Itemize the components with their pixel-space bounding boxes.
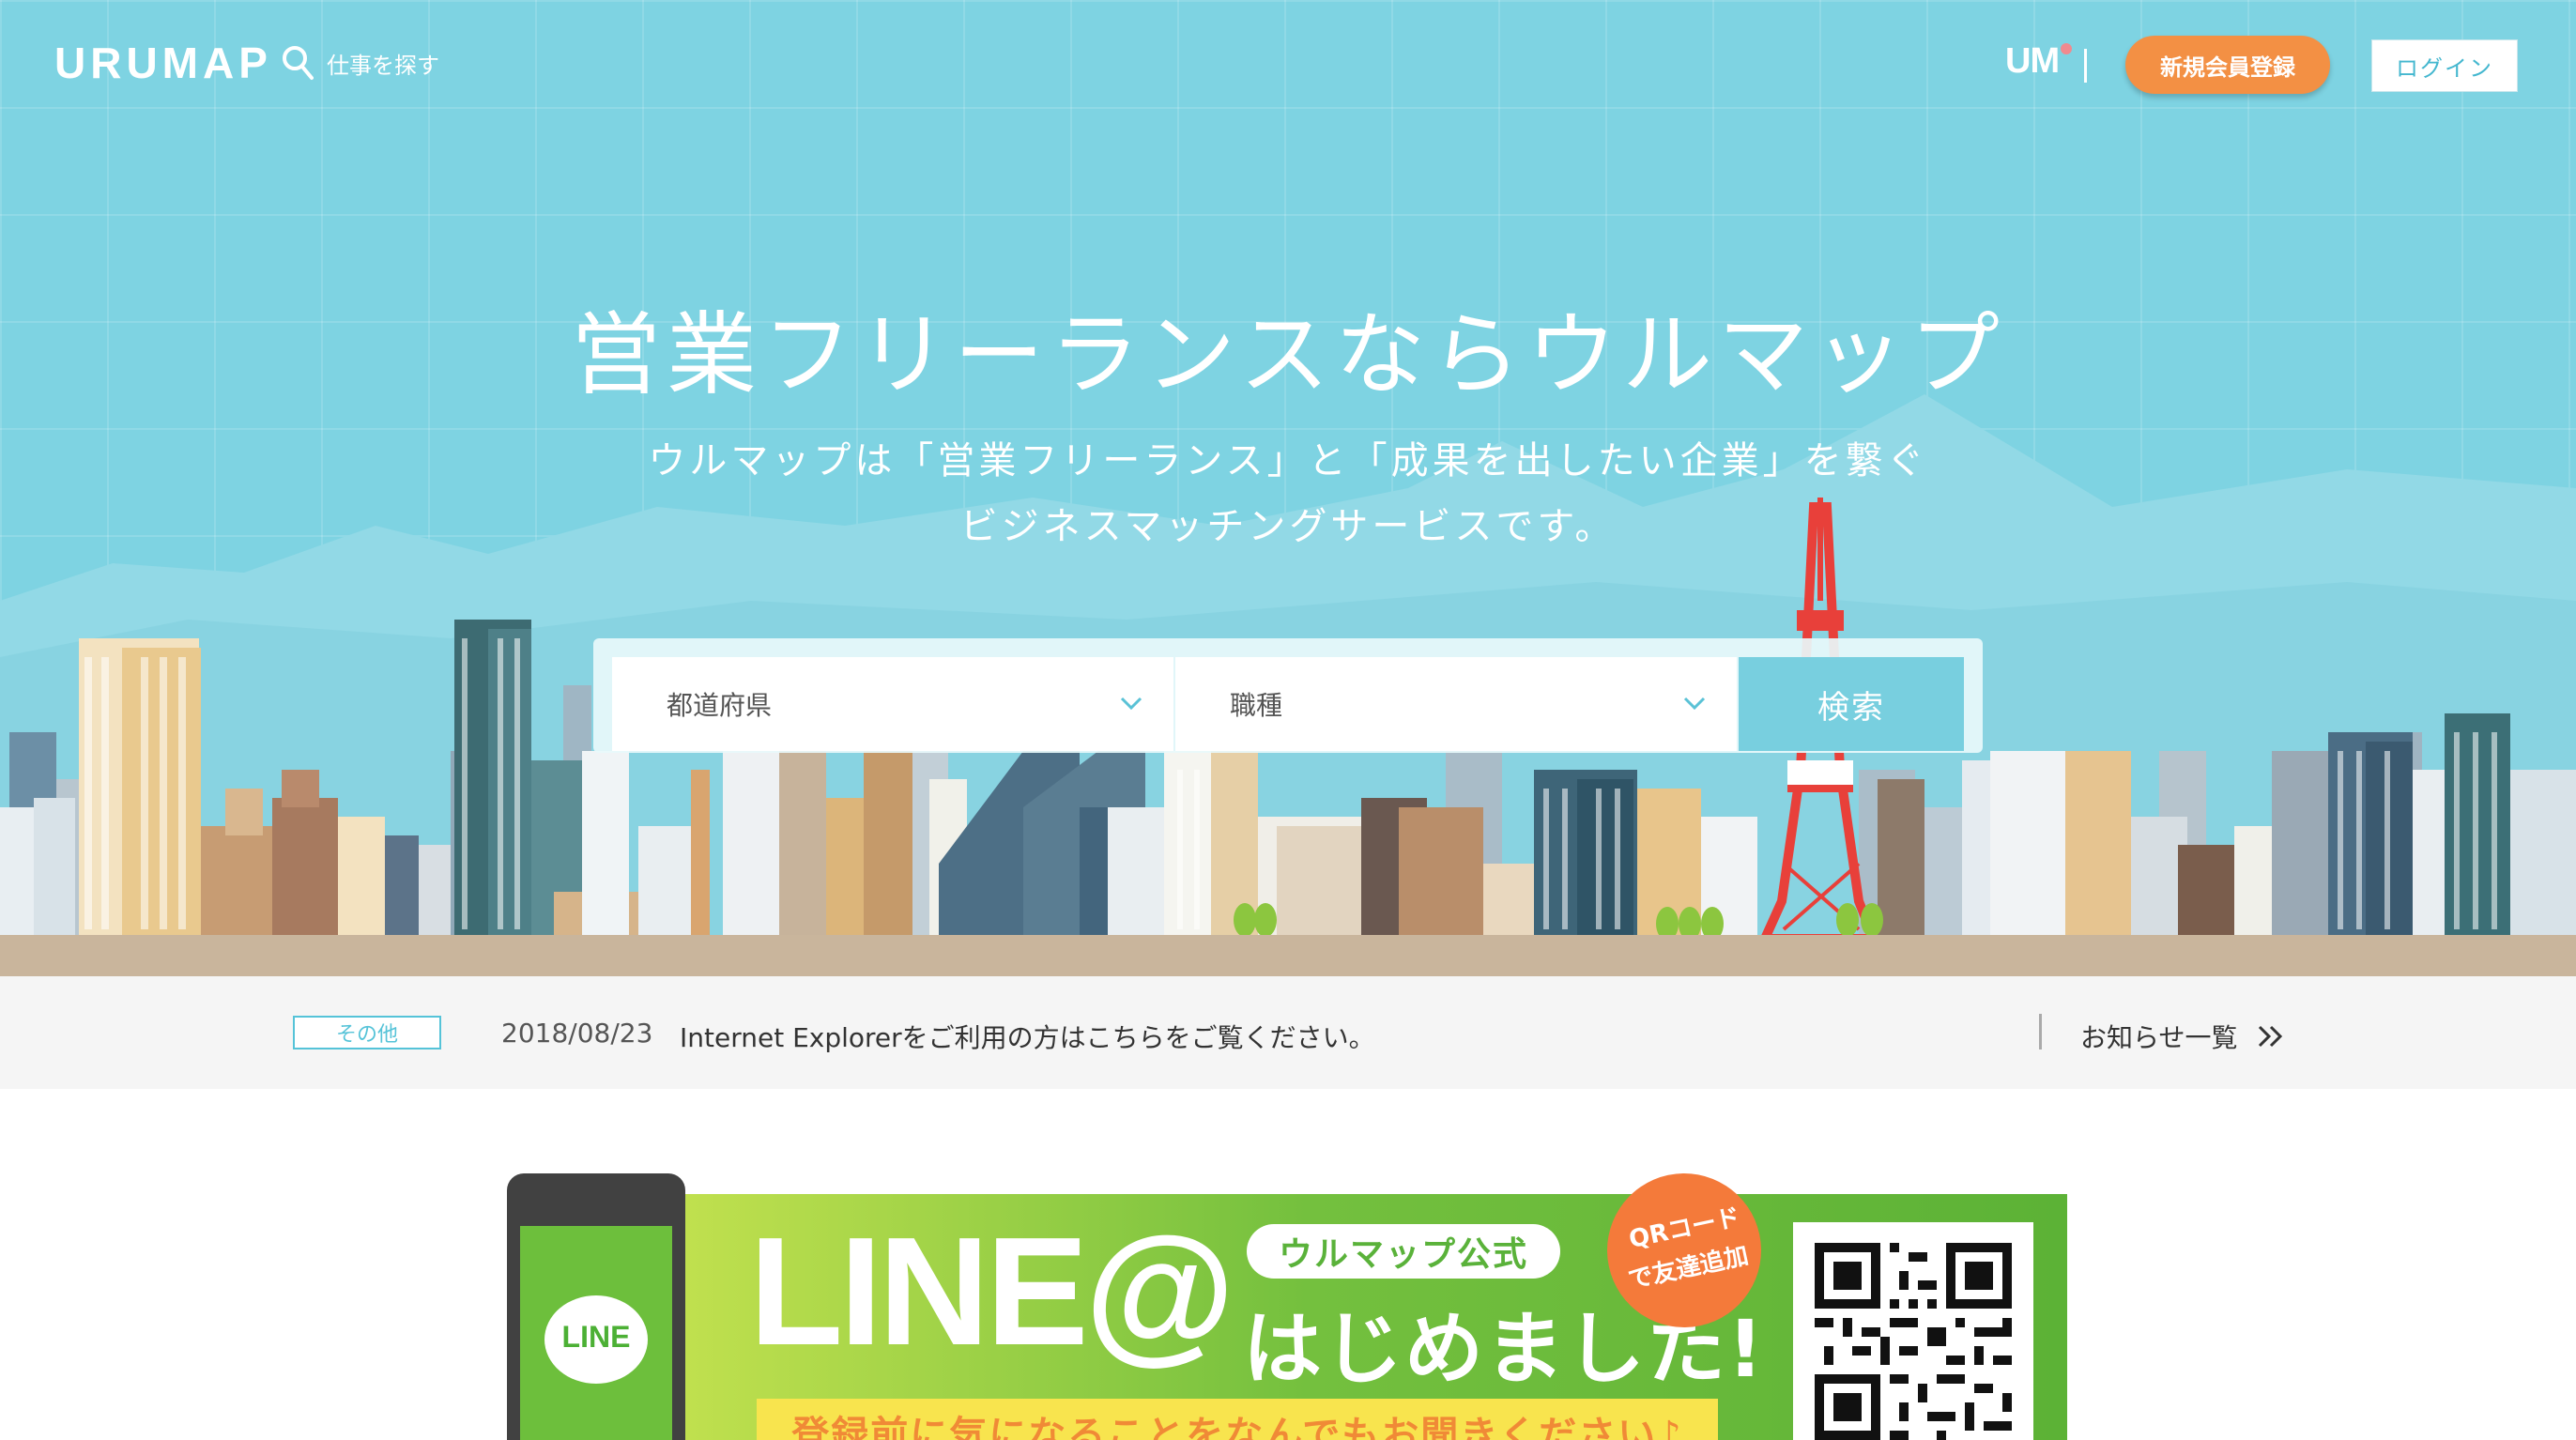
job-type-select[interactable]: 職種: [1175, 657, 1737, 751]
banner-pill: ウルマップ公式: [1247, 1224, 1560, 1279]
prefecture-select-label: 都道府県: [667, 690, 773, 721]
news-divider: [2039, 1014, 2042, 1049]
um-brand-mark[interactable]: UM: [2005, 41, 2060, 82]
banner-bottom-text: 登録前に気になることをなんでもお聞きください♪: [757, 1399, 1718, 1440]
find-jobs-link[interactable]: 仕事を探す: [282, 45, 439, 81]
news-date: 2018/08/23: [501, 1018, 653, 1049]
hero-title: 営業フリーランスならウルマップ: [570, 302, 2006, 407]
urumap-logo[interactable]: URUMAP: [54, 38, 272, 88]
phone-line-label: LINE: [561, 1320, 631, 1354]
news-all-label: お知らせ一覧: [2080, 1022, 2238, 1053]
banner-headline: LINE@: [749, 1205, 1234, 1377]
chevron-down-icon: [1120, 697, 1142, 711]
job-type-select-label: 職種: [1230, 690, 1283, 721]
hero-subtitle-line1: ウルマップは「営業フリーランス」と「成果を出したい企業」を繋ぐ: [648, 439, 1928, 483]
find-jobs-label: 仕事を探す: [327, 52, 439, 79]
prefecture-select[interactable]: 都道府県: [612, 657, 1173, 751]
news-bar: その他 2018/08/23 Internet Explorerをご利用の方はこ…: [0, 976, 2576, 1089]
chevron-down-icon: [1683, 697, 1706, 711]
double-chevron-right-icon: [2259, 1025, 2283, 1048]
search-icon: [283, 46, 314, 80]
hero-section: URUMAP 仕事を探す UM 新規会員登録 ログイン 営業フリーランスならウル…: [0, 0, 2576, 976]
hero-subtitle-line2: ビジネスマッチングサービスです。: [959, 505, 1617, 548]
qr-code-image: [1815, 1243, 2012, 1440]
register-button[interactable]: 新規会員登録: [2125, 36, 2330, 94]
login-button[interactable]: ログイン: [2371, 39, 2518, 92]
notification-dot: [2061, 43, 2072, 54]
news-category-tag: その他: [293, 1016, 441, 1049]
search-submit-button[interactable]: 検索: [1739, 657, 1964, 751]
line-official-banner[interactable]: LINE LINE@ ウルマップ公式 はじめました! QRコード で友達追加 登…: [507, 1173, 2067, 1440]
news-all-link[interactable]: お知らせ一覧: [2080, 1018, 2286, 1055]
hero-subtitle: ウルマップは「営業フリーランス」と「成果を出したい企業」を繋ぐ ビジネスマッチン…: [0, 428, 2576, 559]
header-divider: [2084, 49, 2087, 83]
news-headline-link[interactable]: Internet Explorerをご利用の方はこちらをご覧ください。: [680, 1018, 1375, 1055]
